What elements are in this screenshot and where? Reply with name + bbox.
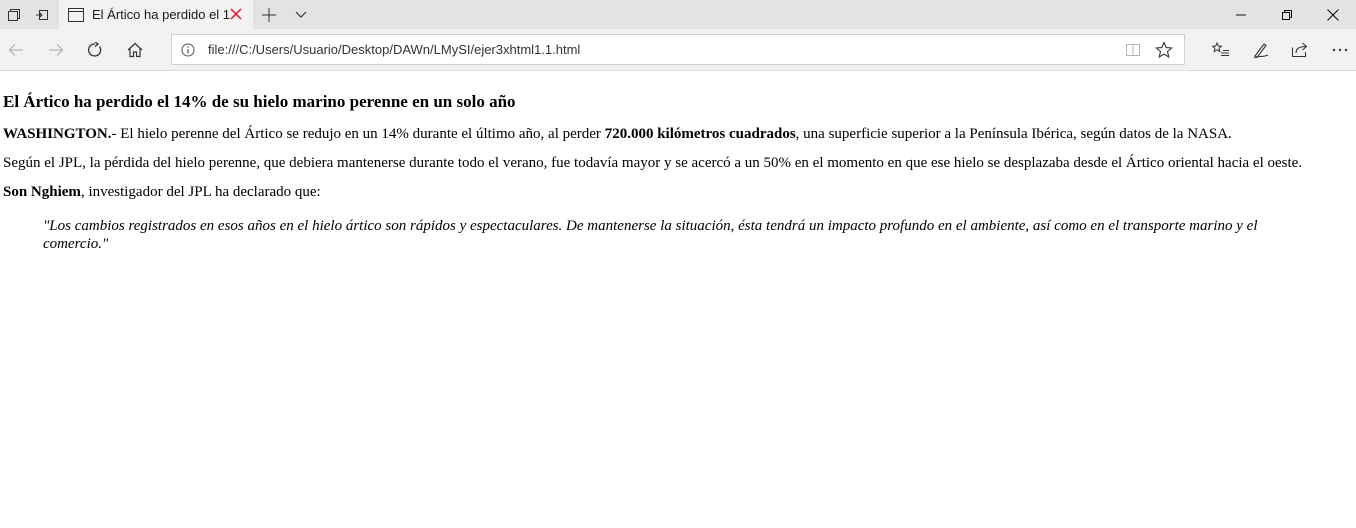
restore-icon xyxy=(1282,9,1292,20)
area-highlight: 720.000 kilómetros cuadrados xyxy=(604,126,796,142)
back-arrow-icon xyxy=(8,44,23,56)
back-button[interactable] xyxy=(0,34,32,66)
share-icon xyxy=(1291,42,1308,58)
forward-arrow-icon xyxy=(49,44,64,56)
article-title: El Ártico ha perdido el 14% de su hielo … xyxy=(3,92,516,111)
star-icon xyxy=(1155,41,1173,59)
more-options-button[interactable] xyxy=(1324,34,1356,66)
restore-button[interactable] xyxy=(1264,0,1310,29)
web-note-button[interactable] xyxy=(1245,34,1277,66)
set-aside-icon xyxy=(36,9,48,20)
minimize-icon xyxy=(1236,14,1246,15)
tab-manager-button[interactable] xyxy=(0,0,28,29)
new-tab-button[interactable] xyxy=(253,0,285,29)
favorites-list-icon xyxy=(1212,42,1229,56)
quote: "Los cambios registrados en esos años en… xyxy=(43,218,1258,252)
share-button[interactable] xyxy=(1284,34,1316,66)
paragraph-1-text-b: , una superficie superior a la Península… xyxy=(795,126,1232,142)
refresh-button[interactable] xyxy=(79,34,111,66)
page-content: El Ártico ha perdido el 14% de su hielo … xyxy=(0,72,1356,528)
paragraph-3-text: , investigador del JPL ha declarado que: xyxy=(80,184,321,200)
paragraph-1-text-a: - El hielo perenne del Ártico se redujo … xyxy=(111,126,605,142)
home-button[interactable] xyxy=(119,34,151,66)
set-tabs-aside-button[interactable] xyxy=(28,0,56,29)
forward-button[interactable] xyxy=(40,34,72,66)
favorites-hub-button[interactable] xyxy=(1205,34,1237,66)
minimize-button[interactable] xyxy=(1218,0,1264,29)
window-controls xyxy=(1218,0,1356,29)
reading-view-icon[interactable] xyxy=(1124,41,1142,59)
info-icon[interactable] xyxy=(180,42,196,58)
address-bar[interactable]: file:///C:/Users/Usuario/Desktop/DAWn/LM… xyxy=(171,34,1185,65)
ellipsis-icon xyxy=(1332,48,1348,52)
close-window-icon xyxy=(1327,8,1339,21)
close-tab-button[interactable] xyxy=(229,7,243,21)
favorite-star-button[interactable] xyxy=(1154,40,1174,60)
tab-strip: El Ártico ha perdido el 1 xyxy=(0,0,1356,29)
close-icon xyxy=(230,8,242,20)
tab-title: El Ártico ha perdido el 1 xyxy=(92,7,231,22)
home-icon xyxy=(127,42,143,58)
researcher-name: Son Nghiem xyxy=(3,184,81,200)
chevron-down-icon xyxy=(295,11,307,18)
dateline: WASHINGTON. xyxy=(3,126,112,142)
tabs-aside-icon xyxy=(8,8,20,21)
url-text: file:///C:/Users/Usuario/Desktop/DAWn/LM… xyxy=(208,42,581,57)
pen-icon xyxy=(1253,43,1269,59)
tab-list-button[interactable] xyxy=(285,0,317,29)
close-window-button[interactable] xyxy=(1310,0,1356,29)
plus-icon xyxy=(262,7,276,22)
refresh-icon xyxy=(87,42,102,57)
page-icon xyxy=(68,7,84,23)
paragraph-2: Según el JPL, la pérdida del hielo peren… xyxy=(3,155,1303,171)
navigation-bar: file:///C:/Users/Usuario/Desktop/DAWn/LM… xyxy=(0,29,1356,71)
tab-active[interactable]: El Ártico ha perdido el 1 xyxy=(59,0,253,29)
paragraph-1: WASHINGTON.- El hielo perenne del Ártico… xyxy=(3,125,1353,143)
paragraph-3: Son Nghiem, investigador del JPL ha decl… xyxy=(3,183,1353,201)
